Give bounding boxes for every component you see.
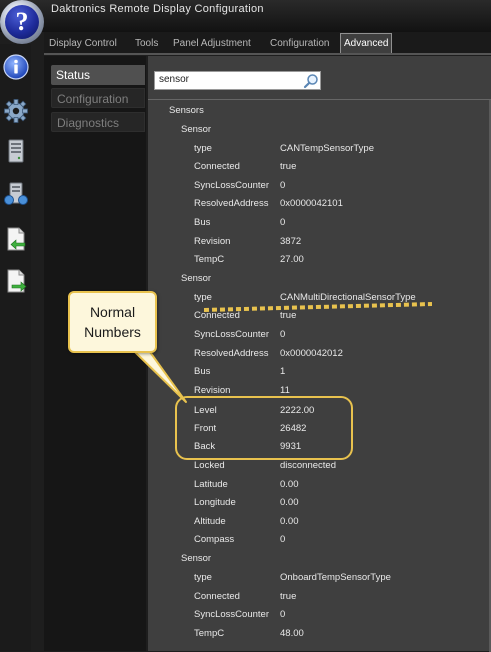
- nav-item-status[interactable]: Status: [51, 65, 145, 85]
- annotation-highlight-box: [175, 396, 353, 460]
- tab-advanced[interactable]: Advanced: [340, 33, 393, 53]
- tab-display-control[interactable]: Display Control: [46, 35, 120, 52]
- info-icon[interactable]: [3, 54, 29, 80]
- title-bar: Daktronics Remote Display Configuration: [0, 0, 491, 32]
- tab-configuration[interactable]: Configuration: [267, 35, 332, 52]
- network-server-icon[interactable]: [3, 181, 29, 207]
- search-input-value: sensor: [159, 74, 190, 85]
- nav-item-configuration[interactable]: Configuration: [51, 88, 145, 108]
- search-input[interactable]: sensor: [154, 71, 321, 90]
- status-nav: Status Configuration Diagnostics: [44, 56, 146, 651]
- icon-rail: [0, 44, 31, 651]
- import-document-icon[interactable]: [3, 226, 29, 252]
- window-title: Daktronics Remote Display Configuration: [51, 3, 264, 15]
- nav-item-diagnostics[interactable]: Diagnostics: [51, 112, 145, 132]
- server-icon[interactable]: [3, 138, 29, 164]
- tab-tools[interactable]: Tools: [132, 35, 161, 52]
- export-document-icon[interactable]: [3, 268, 29, 294]
- gear-icon[interactable]: [3, 98, 29, 124]
- tab-panel-adjustment[interactable]: Panel Adjustment: [170, 35, 254, 52]
- callout-line-1: Normal: [89, 304, 136, 320]
- search-icon[interactable]: [303, 73, 319, 89]
- help-logo-icon[interactable]: ?: [0, 0, 44, 44]
- menu-bar: Display Control Tools Panel Adjustment C…: [44, 32, 491, 54]
- callout-line-2: Numbers: [84, 324, 141, 340]
- tab-divider: [44, 53, 491, 55]
- annotation-dotted-line: [204, 302, 432, 312]
- annotation-callout: Normal Numbers: [68, 291, 157, 353]
